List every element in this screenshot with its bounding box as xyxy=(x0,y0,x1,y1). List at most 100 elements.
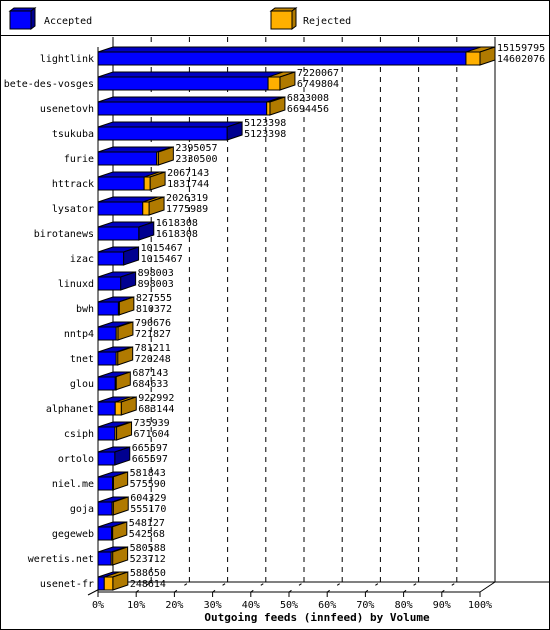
value-label-total: 581843 xyxy=(130,468,166,479)
value-label-total: 790676 xyxy=(135,318,171,329)
bar-accepted xyxy=(97,376,116,391)
bar-accepted xyxy=(97,501,113,516)
grid-floor-line xyxy=(288,581,305,593)
bar-group xyxy=(97,546,129,566)
value-label-total: 687143 xyxy=(132,368,168,379)
bar-group xyxy=(97,46,496,66)
x-tick-label: 60% xyxy=(318,600,336,611)
category-label: usenetovh xyxy=(40,104,94,115)
bar-accepted xyxy=(97,201,144,216)
value-label-accepted: 810372 xyxy=(136,304,172,315)
bar-group xyxy=(97,346,134,366)
bar-group xyxy=(97,171,166,191)
bar-group xyxy=(97,71,296,91)
category-label: glou xyxy=(70,379,94,390)
bar-group xyxy=(97,296,135,316)
category-label: niel.me xyxy=(52,479,94,490)
category-label: bete-des-vosges xyxy=(4,79,94,90)
value-label-accepted: 555170 xyxy=(130,504,166,515)
value-label-accepted: 1618308 xyxy=(156,229,198,240)
grid-floor-line xyxy=(212,581,228,593)
bar-group xyxy=(97,321,134,341)
category-label: tsukuba xyxy=(52,129,94,140)
bar-group xyxy=(97,146,174,166)
value-label-accepted: 575590 xyxy=(130,479,166,490)
value-label-accepted: 683144 xyxy=(138,404,174,415)
bar-rejected xyxy=(156,151,159,166)
bar-accepted xyxy=(97,576,105,591)
value-label-total: 827555 xyxy=(136,293,172,304)
legend-item-accepted: Accepted xyxy=(8,7,92,30)
value-label-total: 665597 xyxy=(132,443,168,454)
bar-rejected xyxy=(143,176,151,191)
value-label-total: 922992 xyxy=(138,393,174,404)
bar-accepted xyxy=(97,176,145,191)
x-tick-label: 70% xyxy=(356,600,374,611)
bar-accepted xyxy=(97,326,117,341)
category-label: furie xyxy=(64,154,94,165)
value-label-accepted: 665597 xyxy=(132,454,168,465)
category-label: ortolo xyxy=(58,454,94,465)
legend: Accepted Rejected xyxy=(8,7,351,30)
value-label-total: 604329 xyxy=(130,493,166,504)
bar-group xyxy=(97,396,137,416)
bar-accepted xyxy=(97,351,117,366)
value-label-accepted: 1831744 xyxy=(167,179,209,190)
value-label-total: 1618308 xyxy=(156,218,198,229)
grid-floor-line xyxy=(326,581,343,593)
value-label-total: 580588 xyxy=(130,543,166,554)
bar-group xyxy=(97,521,128,541)
bar-group xyxy=(97,121,243,141)
legend-swatch-accepted xyxy=(9,10,32,30)
bar-group xyxy=(97,371,131,391)
bar-rejected xyxy=(115,351,119,366)
category-label: csiph xyxy=(64,429,94,440)
bar-rejected xyxy=(111,501,114,516)
floor-edge-right xyxy=(479,581,496,593)
value-label-accepted: 1775989 xyxy=(166,204,208,215)
bar-accepted xyxy=(97,426,116,441)
bar-group xyxy=(97,221,155,241)
bar-accepted xyxy=(97,551,112,566)
value-label-accepted: 523712 xyxy=(130,554,166,565)
category-label: gegeweb xyxy=(52,529,94,540)
bar-rejected xyxy=(112,476,115,491)
bar-rejected xyxy=(110,551,114,566)
grid-floor-line xyxy=(403,581,419,593)
bar-group xyxy=(97,446,131,466)
x-tick-label: 80% xyxy=(395,600,413,611)
value-label-total: 2067143 xyxy=(167,168,209,179)
category-label: goja xyxy=(70,504,94,515)
bar-accepted xyxy=(97,401,116,416)
value-label-total: 735939 xyxy=(134,418,170,429)
bar-rejected xyxy=(267,76,281,91)
bar-accepted xyxy=(97,226,140,241)
value-label-total: 588650 xyxy=(130,568,166,579)
category-label: linuxd xyxy=(58,279,94,290)
value-label-total: 7220067 xyxy=(297,68,339,79)
bar-top-accepted xyxy=(97,71,296,78)
grid-floor-line xyxy=(174,581,190,593)
bar-accepted xyxy=(97,101,268,116)
bar-group xyxy=(97,271,137,291)
value-label-accepted: 671604 xyxy=(134,429,170,440)
value-label-total: 898003 xyxy=(138,268,174,279)
bar-rejected xyxy=(142,201,150,216)
category-label: izac xyxy=(70,254,94,265)
bar-group xyxy=(97,421,133,441)
x-tick-label: 0% xyxy=(92,600,104,611)
value-label-accepted: 898003 xyxy=(138,279,174,290)
bar-rejected xyxy=(115,326,119,341)
value-label-accepted: 1015467 xyxy=(141,254,183,265)
grid-floor-line xyxy=(365,581,381,593)
bar-rejected xyxy=(266,101,271,116)
bar-top-accepted xyxy=(97,46,496,53)
value-label-total: 2026319 xyxy=(166,193,208,204)
bar-group xyxy=(97,96,286,116)
bar-rejected xyxy=(465,51,481,66)
bar-accepted xyxy=(97,451,116,466)
legend-swatch-rejected xyxy=(270,10,293,30)
bar-rejected xyxy=(114,376,117,391)
bar-top-accepted xyxy=(97,121,243,128)
category-labels: lightlink bete-des-vosges usenetovh tsukuba… xyxy=(4,54,94,590)
